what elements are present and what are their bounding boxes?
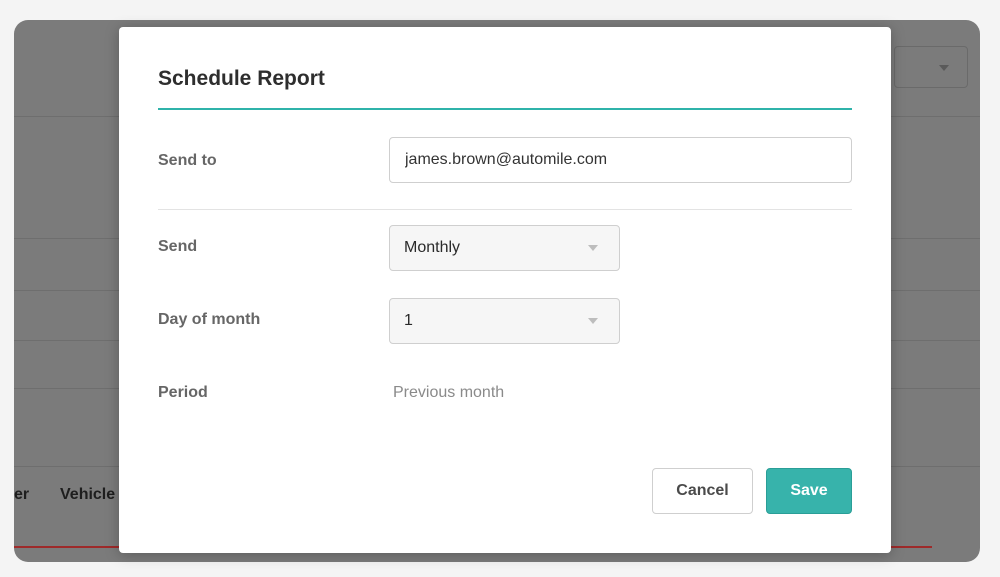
cancel-button[interactable]: Cancel	[652, 468, 753, 514]
send-to-label: Send to	[158, 152, 217, 169]
day-of-month-label: Day of month	[158, 311, 261, 328]
day-of-month-select[interactable]: 1	[389, 298, 620, 344]
save-button[interactable]: Save	[766, 468, 852, 514]
send-frequency-select[interactable]: Monthly	[389, 225, 620, 271]
send-label: Send	[158, 238, 198, 255]
chevron-down-icon	[939, 65, 949, 71]
dialog-title: Schedule Report	[158, 67, 325, 90]
schedule-report-dialog: Schedule Report Send to Send Monthly Day…	[119, 27, 891, 553]
send-to-input[interactable]	[389, 137, 852, 183]
period-value: Previous month	[393, 384, 505, 401]
period-label: Period	[158, 384, 208, 401]
background-column-header: er	[14, 486, 30, 503]
section-divider	[158, 209, 852, 210]
chevron-down-icon	[588, 245, 598, 251]
chevron-down-icon	[588, 318, 598, 324]
background-column-header: Vehicle	[60, 486, 116, 503]
background-dropdown	[894, 46, 968, 88]
day-of-month-value: 1	[404, 312, 413, 329]
title-accent-rule	[158, 108, 852, 110]
send-frequency-value: Monthly	[404, 239, 461, 256]
